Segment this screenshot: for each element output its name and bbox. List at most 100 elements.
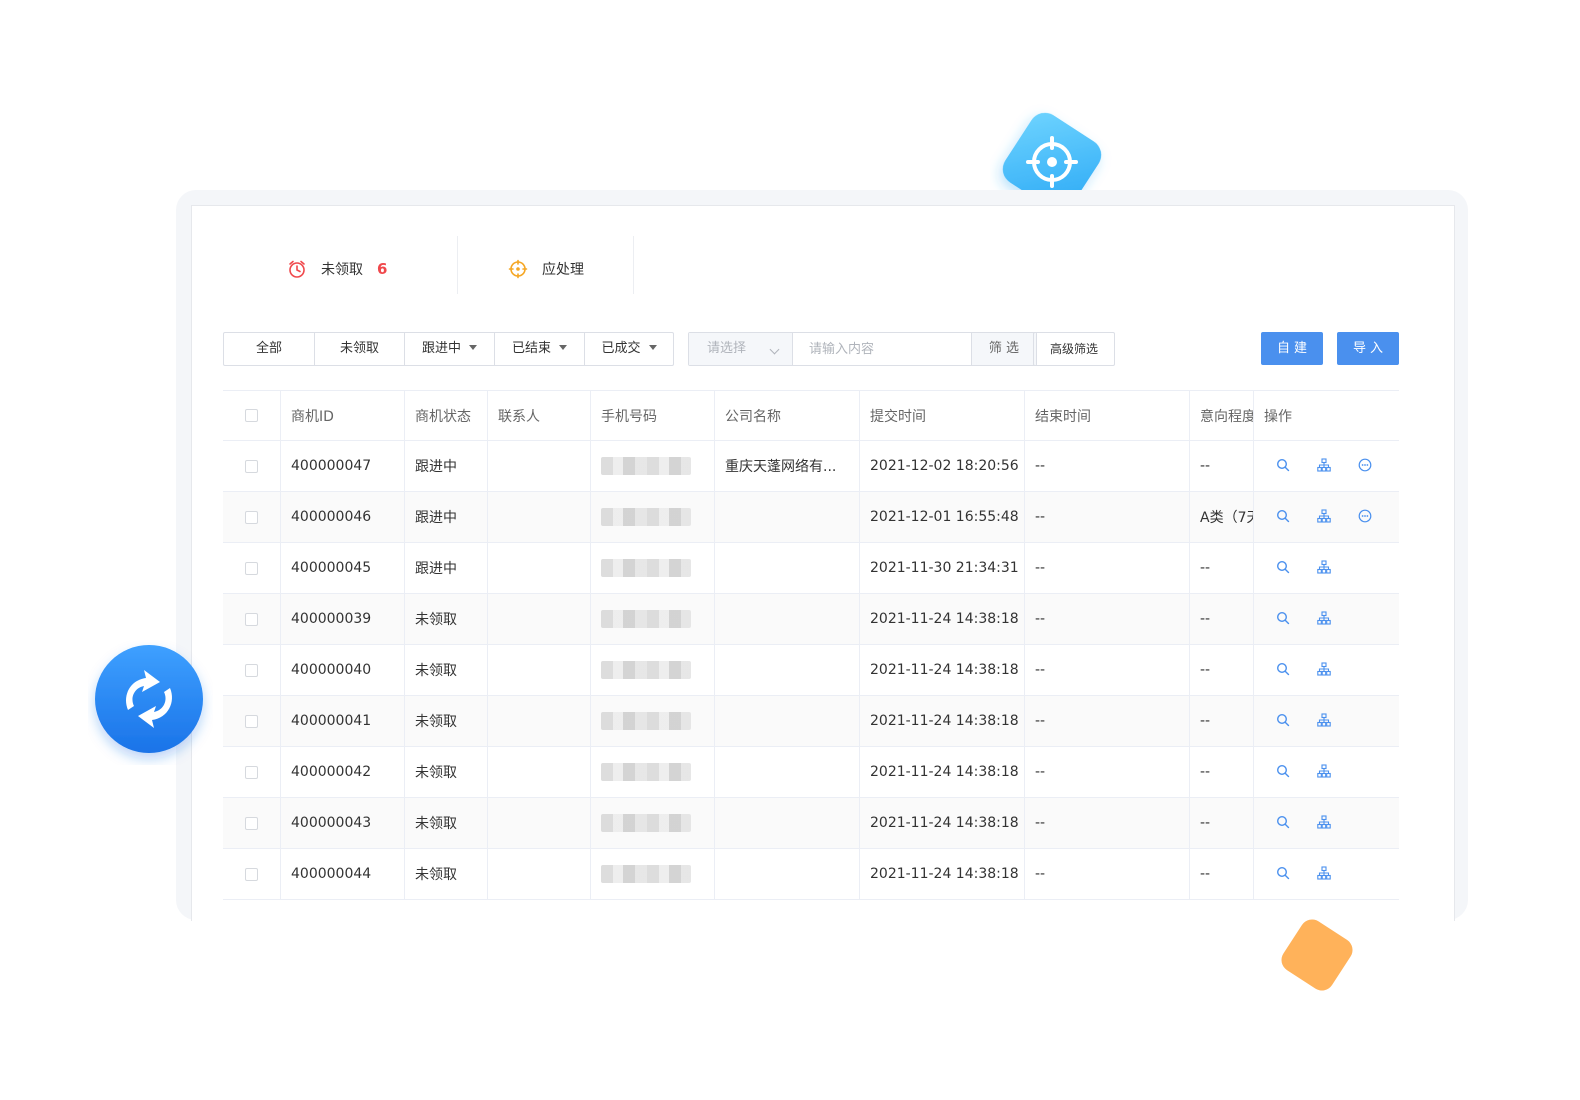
stat-pending[interactable]: 应处理: [508, 258, 584, 280]
cell-intent: --: [1189, 798, 1253, 848]
cell-contact: [487, 696, 590, 746]
cell-phone: [590, 594, 714, 644]
select-all-checkbox[interactable]: [245, 409, 258, 422]
table-row: 400000046跟进中 2021-12-01 16:55:48--A类（7天: [223, 492, 1399, 543]
cell-ended: --: [1024, 441, 1189, 491]
view-search-icon[interactable]: [1276, 610, 1290, 629]
tab-unclaimed[interactable]: 未领取: [315, 333, 405, 365]
search-input[interactable]: [793, 333, 971, 365]
org-structure-icon[interactable]: [1317, 814, 1331, 833]
orange-diamond-decoration: [1281, 919, 1353, 991]
phone-redacted: [601, 559, 691, 577]
org-structure-icon[interactable]: [1317, 712, 1331, 731]
org-structure-icon[interactable]: [1317, 457, 1331, 476]
row-select-cell: [223, 798, 280, 848]
cell-company: [714, 594, 859, 644]
filter-button[interactable]: 筛 选: [971, 333, 1036, 365]
cell-company: [714, 645, 859, 695]
cell-status: 未领取: [404, 645, 487, 695]
import-button[interactable]: 导入: [1337, 332, 1399, 365]
phone-redacted: [601, 763, 691, 781]
header-actions: 操作: [1253, 391, 1399, 440]
view-search-icon[interactable]: [1276, 814, 1290, 833]
cell-id: 400000040: [280, 645, 404, 695]
main-panel: 未领取 6 应处理 全部 未领取 跟进中 已结束 已成交 请选择 筛 选 高级筛…: [191, 205, 1455, 921]
row-checkbox[interactable]: [245, 663, 258, 677]
chat-icon[interactable]: [1358, 457, 1372, 476]
tab-ended[interactable]: 已结束: [495, 333, 585, 365]
field-select[interactable]: 请选择: [689, 333, 793, 365]
cell-intent: --: [1189, 594, 1253, 644]
create-button[interactable]: 自建: [1261, 332, 1323, 365]
phone-redacted: [601, 865, 691, 883]
cell-submitted: 2021-11-30 21:34:31: [859, 543, 1024, 593]
divider: [633, 236, 634, 294]
cell-intent: --: [1189, 696, 1253, 746]
row-checkbox[interactable]: [245, 612, 258, 626]
org-structure-icon[interactable]: [1317, 508, 1331, 527]
org-structure-icon[interactable]: [1317, 763, 1331, 782]
row-checkbox[interactable]: [245, 765, 258, 779]
tab-closed-deal[interactable]: 已成交: [585, 333, 673, 365]
tab-following[interactable]: 跟进中: [405, 333, 495, 365]
view-search-icon[interactable]: [1276, 712, 1290, 731]
phone-redacted: [601, 508, 691, 526]
advanced-filter-button[interactable]: 高级筛选: [1033, 332, 1115, 366]
row-checkbox[interactable]: [245, 816, 258, 830]
org-structure-icon[interactable]: [1317, 661, 1331, 680]
cell-actions: [1253, 798, 1399, 848]
cell-phone: [590, 747, 714, 797]
org-structure-icon[interactable]: [1317, 865, 1331, 884]
cell-status: 跟进中: [404, 441, 487, 491]
header-id: 商机ID: [280, 391, 404, 440]
divider: [457, 236, 458, 294]
cell-phone: [590, 798, 714, 848]
tab-all[interactable]: 全部: [224, 333, 315, 365]
phone-redacted: [601, 661, 691, 679]
cell-submitted: 2021-11-24 14:38:18: [859, 645, 1024, 695]
view-search-icon[interactable]: [1276, 559, 1290, 578]
row-checkbox[interactable]: [245, 459, 258, 473]
cell-ended: --: [1024, 543, 1189, 593]
cell-phone: [590, 645, 714, 695]
cell-contact: [487, 492, 590, 542]
phone-redacted: [601, 457, 691, 475]
table-row: 400000047 跟进中 重庆天蓬网络有... 2021-12-02 18:20:5…: [223, 441, 1399, 492]
cell-contact: [487, 849, 590, 899]
cell-company: [714, 849, 859, 899]
cell-submitted: 2021-11-24 14:38:18: [859, 696, 1024, 746]
cell-submitted: 2021-11-24 14:38:18: [859, 594, 1024, 644]
cell-intent: A类（7天: [1189, 492, 1253, 542]
cell-submitted: 2021-11-24 14:38:18: [859, 849, 1024, 899]
row-checkbox[interactable]: [245, 714, 258, 728]
cell-intent: --: [1189, 645, 1253, 695]
view-search-icon[interactable]: [1276, 457, 1290, 476]
row-checkbox[interactable]: [245, 867, 258, 881]
cell-id: 400000047: [280, 441, 404, 491]
view-search-icon[interactable]: [1276, 763, 1290, 782]
header-phone: 手机号码: [590, 391, 714, 440]
cell-phone: [590, 696, 714, 746]
view-search-icon[interactable]: [1276, 508, 1290, 527]
stat-unclaimed[interactable]: 未领取 6: [287, 258, 387, 280]
cell-status: 未领取: [404, 594, 487, 644]
row-checkbox[interactable]: [245, 510, 258, 524]
org-structure-icon[interactable]: [1317, 610, 1331, 629]
cell-contact: [487, 594, 590, 644]
cell-actions: [1253, 645, 1399, 695]
opportunity-table: 商机ID 商机状态 联系人 手机号码 公司名称 提交时间 结束时间 意向程度 操…: [223, 390, 1399, 900]
org-structure-icon[interactable]: [1317, 559, 1331, 578]
row-select-cell: [223, 645, 280, 695]
cell-actions: [1253, 696, 1399, 746]
view-search-icon[interactable]: [1276, 661, 1290, 680]
cell-company: [714, 747, 859, 797]
table-row: 400000039 未领取 2021-11-24 14:38:18 -- --: [223, 594, 1399, 645]
cell-company: [714, 798, 859, 848]
header-submitted: 提交时间: [859, 391, 1024, 440]
cell-id: 400000044: [280, 849, 404, 899]
chevron-down-icon: [769, 344, 780, 355]
chat-icon[interactable]: [1358, 508, 1372, 527]
row-checkbox[interactable]: [245, 561, 258, 575]
phone-redacted: [601, 814, 691, 832]
view-search-icon[interactable]: [1276, 865, 1290, 884]
